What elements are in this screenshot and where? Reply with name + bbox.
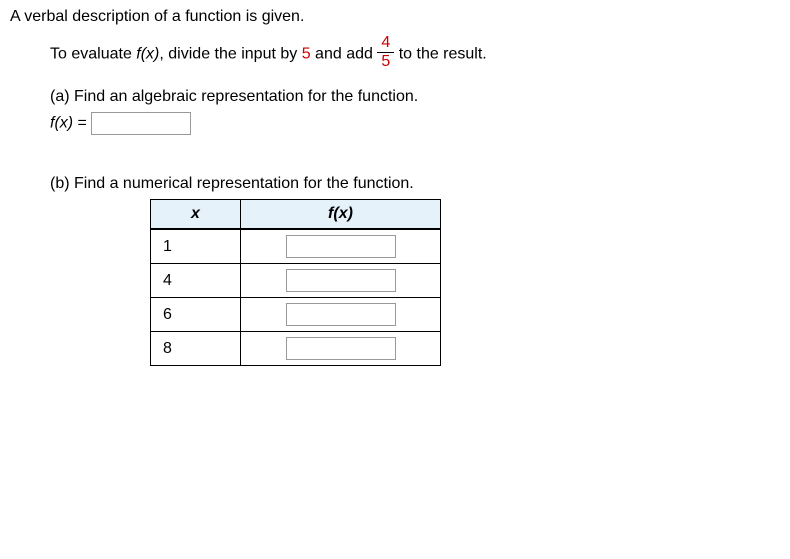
fx-cell <box>241 264 441 298</box>
x-value: 8 <box>151 332 241 366</box>
x-value: 1 <box>151 229 241 264</box>
x-value: 4 <box>151 264 241 298</box>
part-b-label: (b) Find a numerical representation for … <box>50 175 780 193</box>
fx-symbol: f(x) <box>136 45 159 62</box>
fx-input-3[interactable] <box>286 303 396 326</box>
algebraic-input[interactable] <box>91 112 191 135</box>
intro-text: A verbal description of a function is gi… <box>10 8 780 26</box>
header-x: x <box>151 200 241 230</box>
fx-cell <box>241 298 441 332</box>
desc-part4: to the result. <box>399 45 487 62</box>
table-row: 6 <box>151 298 441 332</box>
desc-part1: To evaluate <box>50 45 136 62</box>
fx-input-4[interactable] <box>286 337 396 360</box>
table-row: 1 <box>151 229 441 264</box>
header-fx: f(x) <box>241 200 441 230</box>
fx-cell <box>241 229 441 264</box>
function-description: To evaluate f(x), divide the input by 5 … <box>50 36 780 72</box>
table-row: 4 <box>151 264 441 298</box>
fraction-numerator: 4 <box>377 34 394 52</box>
added-fraction: 4 5 <box>377 34 394 70</box>
part-a-equation: f(x) = <box>50 112 780 135</box>
x-value: 6 <box>151 298 241 332</box>
fx-cell <box>241 332 441 366</box>
fx-input-2[interactable] <box>286 269 396 292</box>
table-row: 8 <box>151 332 441 366</box>
desc-part3: and add <box>311 45 378 62</box>
desc-part2: , divide the input by <box>159 45 301 62</box>
fraction-denominator: 5 <box>377 52 394 71</box>
fx-lhs: f(x) <box>50 115 73 132</box>
numerical-table: x f(x) 1 4 6 8 <box>150 199 441 366</box>
equals-sign: = <box>73 115 91 132</box>
part-a-label: (a) Find an algebraic representation for… <box>50 88 780 106</box>
divisor-value: 5 <box>302 45 311 62</box>
fx-input-1[interactable] <box>286 235 396 258</box>
